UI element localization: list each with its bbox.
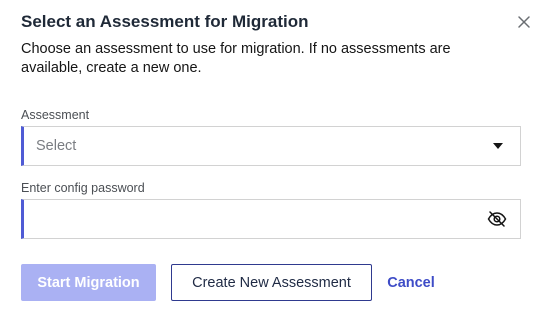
assessment-select[interactable]: Select	[21, 126, 521, 166]
cancel-button[interactable]: Cancel	[378, 264, 444, 301]
password-field	[21, 199, 521, 239]
assessment-label: Assessment	[21, 108, 90, 122]
close-icon	[518, 16, 530, 28]
create-new-assessment-button[interactable]: Create New Assessment	[171, 264, 372, 301]
caret-down-icon	[480, 127, 516, 165]
migration-dialog: Select an Assessment for Migration Choos…	[0, 0, 541, 317]
password-label: Enter config password	[21, 181, 145, 195]
dialog-description: Choose an assessment to use for migratio…	[21, 41, 451, 76]
eye-slash-icon[interactable]	[478, 200, 516, 238]
assessment-select-placeholder: Select	[36, 138, 77, 154]
start-migration-button[interactable]: Start Migration	[21, 264, 156, 301]
password-input[interactable]	[24, 200, 478, 238]
close-button[interactable]	[512, 10, 536, 34]
dialog-title: Select an Assessment for Migration	[21, 12, 309, 31]
